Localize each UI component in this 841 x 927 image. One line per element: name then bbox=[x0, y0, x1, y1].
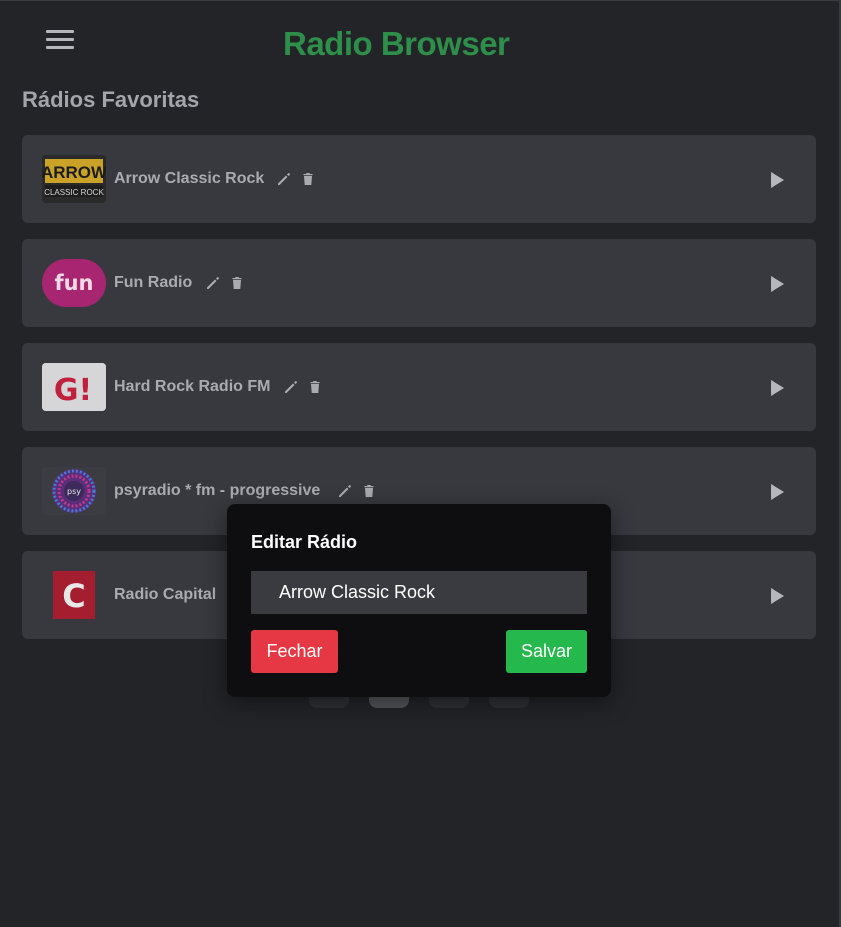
trash-icon[interactable] bbox=[307, 379, 323, 395]
station-name: Hard Rock Radio FM bbox=[114, 378, 271, 395]
station-name: psyradio * fm - progressive bbox=[114, 482, 321, 499]
station-card[interactable]: G! Hard Rock Radio FM bbox=[22, 343, 816, 431]
station-logo-hardrock: G! bbox=[42, 363, 106, 411]
station-name-input[interactable] bbox=[251, 571, 587, 614]
svg-text:G!: G! bbox=[54, 373, 92, 408]
station-logo-psyradio: psy bbox=[42, 467, 106, 515]
modal-title: Editar Rádio bbox=[251, 532, 358, 552]
play-icon[interactable] bbox=[768, 170, 786, 190]
app-title: Radio Browser bbox=[283, 25, 510, 62]
save-button[interactable]: Salvar bbox=[506, 630, 587, 673]
trash-icon[interactable] bbox=[300, 171, 316, 187]
edit-radio-modal: Editar Rádio Fechar Salvar bbox=[227, 504, 611, 697]
trash-icon[interactable] bbox=[229, 275, 245, 291]
play-icon[interactable] bbox=[768, 378, 786, 398]
station-name: Fun Radio bbox=[114, 274, 193, 291]
hamburger-menu-icon[interactable] bbox=[44, 27, 76, 53]
station-logo-capital: C bbox=[42, 571, 106, 619]
close-button[interactable]: Fechar bbox=[251, 630, 338, 673]
svg-text:CLASSIC ROCK: CLASSIC ROCK bbox=[44, 188, 104, 197]
play-icon[interactable] bbox=[768, 482, 786, 502]
edit-pencil-icon[interactable] bbox=[283, 379, 299, 395]
trash-icon[interactable] bbox=[361, 483, 377, 499]
edit-pencil-icon[interactable] bbox=[337, 483, 353, 499]
section-title: Rádios Favoritas bbox=[22, 87, 200, 112]
station-logo-fun: fun bbox=[42, 259, 106, 307]
svg-text:psy: psy bbox=[67, 487, 81, 496]
station-name: Arrow Classic Rock bbox=[114, 170, 265, 187]
play-icon[interactable] bbox=[768, 274, 786, 294]
station-logo-arrow: ARROW CLASSIC ROCK bbox=[42, 155, 106, 203]
station-card[interactable]: fun Fun Radio bbox=[22, 239, 816, 327]
play-icon[interactable] bbox=[768, 586, 786, 606]
svg-text:ARROW: ARROW bbox=[42, 163, 106, 182]
svg-text:fun: fun bbox=[54, 271, 93, 295]
svg-text:C: C bbox=[62, 577, 85, 615]
station-card[interactable]: ARROW CLASSIC ROCK Arrow Classic Rock bbox=[22, 135, 816, 223]
edit-pencil-icon[interactable] bbox=[276, 171, 292, 187]
station-name: Radio Capital bbox=[114, 586, 217, 603]
edit-pencil-icon[interactable] bbox=[205, 275, 221, 291]
app-header: Radio Browser bbox=[0, 1, 841, 86]
